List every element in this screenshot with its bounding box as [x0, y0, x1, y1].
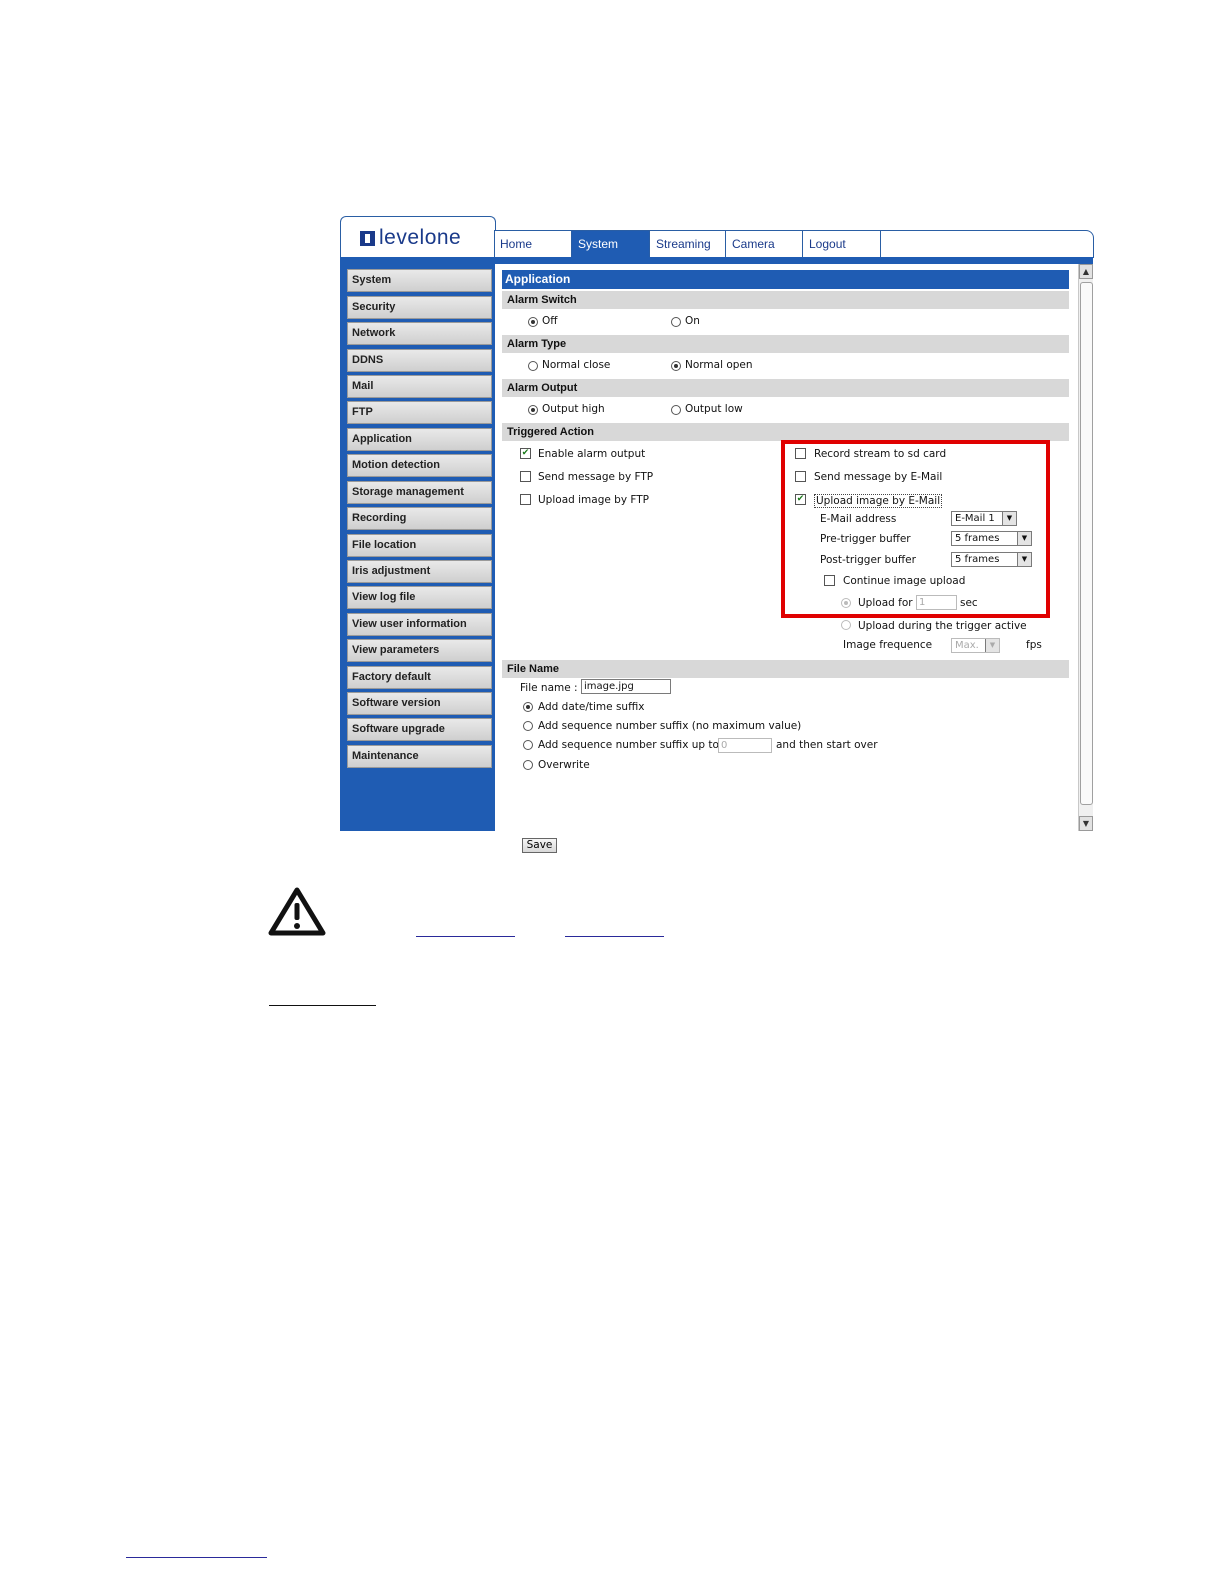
scroll-down-icon[interactable]: ▼ — [1079, 816, 1093, 831]
section-alarm-output: Alarm Output — [502, 379, 1069, 397]
alarm-switch-on-radio[interactable] — [671, 317, 681, 327]
file-seq-nomax-radio[interactable] — [523, 721, 533, 731]
text-underline — [269, 1005, 376, 1006]
sidebar-item-storage-management[interactable]: Storage management — [347, 481, 492, 504]
sidebar-item-software-upgrade[interactable]: Software upgrade — [347, 718, 492, 741]
sidebar-item-maintenance[interactable]: Maintenance — [347, 745, 492, 768]
enable-alarm-output-label: Enable alarm output — [538, 448, 646, 460]
section-triggered-action: Triggered Action — [502, 423, 1069, 441]
alarm-type-normal-close-radio[interactable] — [528, 361, 538, 371]
sidebar-item-view-log-file[interactable]: View log file — [347, 586, 492, 609]
link-underline — [565, 936, 664, 937]
image-frequence-label: Image frequence — [843, 639, 933, 651]
upload-ftp-label: Upload image by FTP — [538, 494, 649, 506]
file-seq-after-label: and then start over — [776, 739, 878, 751]
alarm-switch-off-label: Off — [542, 315, 558, 327]
file-name-input[interactable]: image.jpg — [581, 679, 671, 694]
sidebar-item-security[interactable]: Security — [347, 296, 492, 319]
sidebar-item-application[interactable]: Application — [347, 428, 492, 451]
sidebar-item-file-location[interactable]: File location — [347, 534, 492, 557]
sidebar-item-view-user-information[interactable]: View user information — [347, 613, 492, 636]
link-underline — [126, 1557, 267, 1558]
send-ftp-checkbox[interactable] — [520, 471, 531, 482]
file-overwrite-radio[interactable] — [523, 760, 533, 770]
sidebar: System Security Network DDNS Mail FTP Ap… — [340, 257, 495, 831]
page-title: Application — [502, 270, 1069, 289]
tab-logout[interactable]: Logout — [803, 231, 881, 257]
logo: levelone — [340, 216, 496, 259]
levelone-logo-icon — [360, 231, 375, 246]
sidebar-item-recording[interactable]: Recording — [347, 507, 492, 530]
sidebar-item-factory-default[interactable]: Factory default — [347, 666, 492, 689]
file-seq-upto-radio[interactable] — [523, 740, 533, 750]
alarm-type-normal-open-radio[interactable] — [671, 361, 681, 371]
file-datetime-radio[interactable] — [523, 702, 533, 712]
chevron-down-icon: ▼ — [985, 639, 999, 652]
scrollbar-thumb[interactable] — [1080, 282, 1093, 805]
tab-camera[interactable]: Camera — [726, 231, 803, 257]
browser-frame: levelone Home System Streaming Camera Lo… — [340, 216, 1094, 853]
tab-streaming[interactable]: Streaming — [650, 231, 726, 257]
vertical-scrollbar[interactable]: ▲ ▼ — [1078, 264, 1093, 831]
upload-during-radio[interactable] — [841, 620, 851, 630]
enable-alarm-output-checkbox[interactable]: ✔ — [520, 448, 531, 459]
upload-ftp-checkbox[interactable] — [520, 494, 531, 505]
section-file-name: File Name — [502, 660, 1069, 678]
image-frequence-select[interactable]: Max. ▼ — [951, 638, 1000, 653]
alarm-output-low-label: Output low — [685, 403, 743, 415]
sidebar-item-system[interactable]: System — [347, 269, 492, 292]
section-alarm-type: Alarm Type — [502, 335, 1069, 353]
alarm-output-high-label: Output high — [542, 403, 605, 415]
logo-text: levelone — [379, 226, 462, 249]
send-ftp-label: Send message by FTP — [538, 471, 654, 483]
alarm-switch-off-radio[interactable] — [528, 317, 538, 327]
section-alarm-switch: Alarm Switch — [502, 291, 1069, 309]
alarm-output-high-radio[interactable] — [528, 405, 538, 415]
alarm-switch-on-label: On — [685, 315, 700, 327]
sidebar-item-iris-adjustment[interactable]: Iris adjustment — [347, 560, 492, 583]
file-name-label: File name : — [520, 682, 578, 694]
file-seq-nomax-label: Add sequence number suffix (no maximum v… — [538, 720, 802, 732]
tab-home[interactable]: Home — [494, 231, 572, 257]
sidebar-item-software-version[interactable]: Software version — [347, 692, 492, 715]
file-datetime-label: Add date/time suffix — [538, 701, 645, 713]
highlight-box — [781, 440, 1050, 618]
sidebar-item-motion-detection[interactable]: Motion detection — [347, 454, 492, 477]
warning-icon — [268, 887, 326, 936]
upload-during-label: Upload during the trigger active — [858, 620, 1027, 632]
alarm-type-normal-close-label: Normal close — [542, 359, 611, 371]
sidebar-item-ddns[interactable]: DDNS — [347, 349, 492, 372]
file-seq-upto-label: Add sequence number suffix up to — [538, 739, 719, 751]
sidebar-item-view-parameters[interactable]: View parameters — [347, 639, 492, 662]
sidebar-item-network[interactable]: Network — [347, 322, 492, 345]
file-overwrite-label: Overwrite — [538, 759, 590, 771]
scroll-up-icon[interactable]: ▲ — [1079, 264, 1093, 279]
content-top-strip — [495, 257, 1093, 264]
alarm-type-normal-open-label: Normal open — [685, 359, 753, 371]
sidebar-item-mail[interactable]: Mail — [347, 375, 492, 398]
sidebar-item-ftp[interactable]: FTP — [347, 401, 492, 424]
save-button[interactable]: Save — [522, 838, 557, 853]
alarm-output-low-radio[interactable] — [671, 405, 681, 415]
tab-system[interactable]: System — [572, 231, 650, 257]
image-frequence-value: Max. — [955, 640, 979, 651]
link-underline — [416, 936, 515, 937]
file-seq-upto-input[interactable]: 0 — [718, 738, 772, 753]
fps-unit-label: fps — [1026, 639, 1042, 651]
